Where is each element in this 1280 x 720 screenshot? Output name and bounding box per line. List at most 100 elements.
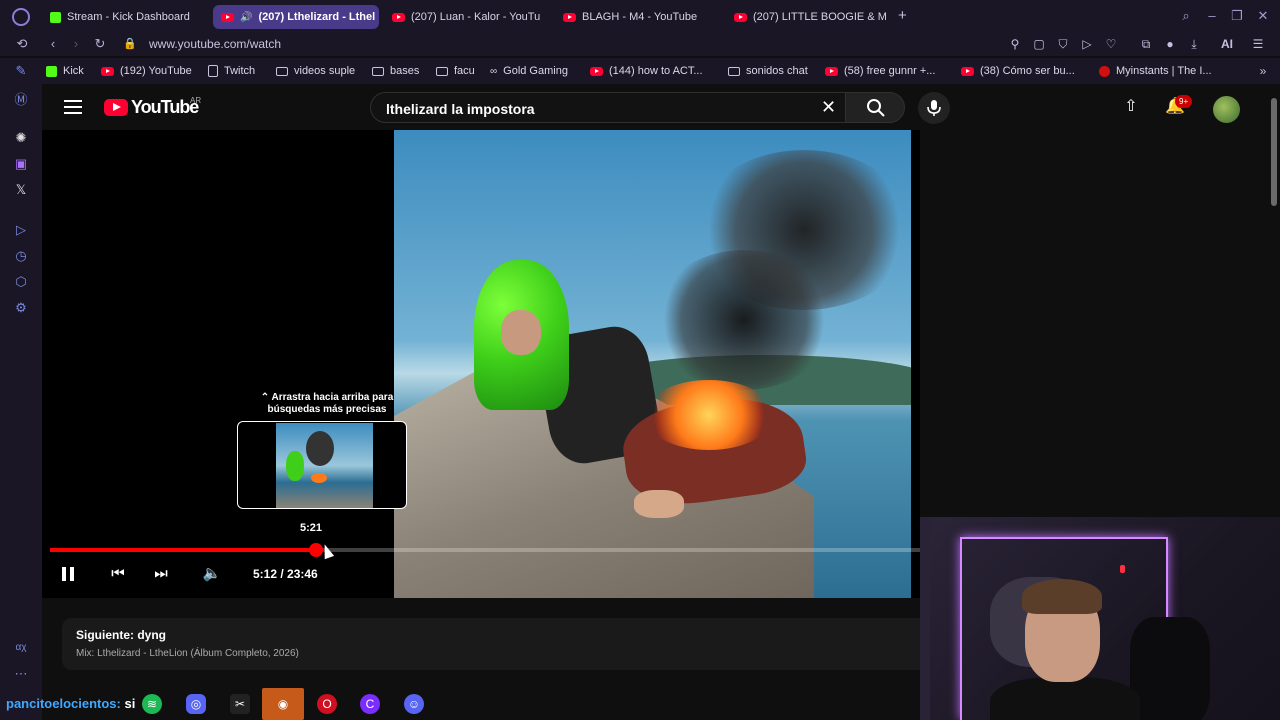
extensions-sidebar-icon[interactable]: ⬡ xyxy=(13,274,29,290)
lock-icon[interactable]: 🔒 xyxy=(122,34,138,54)
more-bookmarks-icon[interactable]: » xyxy=(1256,64,1270,78)
extensions-icon[interactable]: ⧉ xyxy=(1139,37,1153,51)
webcam-wall xyxy=(920,517,930,720)
tab-kick-dashboard[interactable]: Stream - Kick Dashboard xyxy=(42,5,207,29)
chat-message: pancitoelocientos: si xyxy=(6,696,136,711)
bookmark-youtube[interactable]: (192) YouTube xyxy=(101,63,192,79)
bookmark-kick[interactable]: Kick xyxy=(46,63,84,79)
country-code: AR xyxy=(190,96,202,105)
bookmark-label: Myinstants | The I... xyxy=(1116,65,1212,77)
up-next-panel[interactable]: Siguiente: dyng Mix: Lthelizard - LtheLi… xyxy=(62,618,920,670)
bookmark-myinstants[interactable]: Myinstants | The I... xyxy=(1099,63,1212,79)
youtube-icon xyxy=(101,66,114,76)
clear-search-icon[interactable]: ✕ xyxy=(821,97,836,118)
notification-badge: 9+ xyxy=(1175,95,1193,108)
refresh-icon[interactable]: ↻ xyxy=(92,34,108,54)
folder-icon xyxy=(276,66,288,76)
bookmark-bases[interactable]: bases xyxy=(372,63,419,79)
video-foot xyxy=(634,490,684,518)
tab-blagh-m4[interactable]: BLAGH - M4 - YouTube xyxy=(555,5,715,29)
video-fire xyxy=(644,380,774,450)
more-icon[interactable]: ⋯ xyxy=(13,666,29,682)
bookmark-free-gunnr[interactable]: (58) free gunnr +... xyxy=(825,63,935,79)
shield-icon[interactable]: ⛉ xyxy=(1056,37,1070,51)
url-field[interactable]: www.youtube.com/watch xyxy=(149,37,281,51)
preview-image xyxy=(276,423,373,508)
voice-search-button[interactable] xyxy=(918,92,950,124)
avatar[interactable] xyxy=(1213,96,1240,123)
youtube-icon xyxy=(563,12,576,22)
tab-little-boogie[interactable]: (207) LITTLE BOOGIE & M xyxy=(726,5,888,29)
kick-icon xyxy=(50,11,61,23)
progress-played xyxy=(50,548,316,552)
bookmark-como-ser[interactable]: (38) Cómo ser bu... xyxy=(961,63,1075,79)
canva-icon[interactable]: C xyxy=(360,694,380,714)
previous-icon[interactable]: ⏮ xyxy=(108,564,128,584)
bookmarks-bar: ✎ Kick (192) YouTube Twitch videos suple… xyxy=(0,58,1280,84)
search-tabs-icon[interactable]: ⌕ xyxy=(1179,9,1193,23)
ai-button[interactable]: AI xyxy=(1213,37,1241,51)
webcam-person-hair xyxy=(1022,579,1102,614)
heart-icon[interactable]: ♡ xyxy=(1104,37,1118,51)
scrollbar-thumb[interactable] xyxy=(1271,98,1277,206)
ai-sidebar-icon[interactable]: αχ xyxy=(13,640,29,656)
profile-icon[interactable]: ● xyxy=(1163,37,1177,51)
folder-icon xyxy=(436,66,448,76)
settings-icon[interactable]: ⚙ xyxy=(13,300,29,316)
x-icon[interactable]: 𝕏 xyxy=(13,182,29,198)
bookmark-facu[interactable]: facu xyxy=(436,63,475,79)
youtube-logo-text[interactable]: YouTube xyxy=(131,97,199,118)
speaker-icon[interactable]: 🔊 xyxy=(240,12,252,23)
bookmark-how-to-act[interactable]: (144) how to ACT... xyxy=(590,63,703,79)
twitch-icon[interactable]: ▣ xyxy=(13,156,29,172)
messenger-icon[interactable]: Ⓜ xyxy=(13,92,29,108)
opera-gx-icon[interactable]: O xyxy=(317,694,337,714)
mouse-cursor-icon xyxy=(319,542,335,560)
history-icon[interactable]: ◷ xyxy=(13,248,29,264)
minimize-icon[interactable]: – xyxy=(1205,9,1219,23)
close-icon[interactable]: ✕ xyxy=(1256,9,1270,23)
search-icon xyxy=(867,99,885,117)
next-icon[interactable]: ⏭ xyxy=(151,564,171,584)
maximize-icon[interactable]: ❐ xyxy=(1230,9,1244,23)
opera-logo-icon[interactable] xyxy=(12,8,30,26)
reload-icon[interactable]: ⟲ xyxy=(14,34,30,54)
spotify-icon[interactable]: ≋ xyxy=(142,694,162,714)
capcut-icon[interactable]: ✂ xyxy=(230,694,250,714)
volume-icon[interactable]: 🔈 xyxy=(202,564,222,584)
youtube-logo-icon[interactable] xyxy=(104,99,128,116)
new-tab-button[interactable]: + xyxy=(898,8,912,23)
chatgpt-icon[interactable]: ✺ xyxy=(13,130,29,146)
video-frame[interactable] xyxy=(394,130,911,598)
forward-icon[interactable]: › xyxy=(68,34,84,54)
pause-icon[interactable] xyxy=(62,567,74,581)
youtube-icon xyxy=(961,66,974,76)
video-smoke xyxy=(654,250,834,390)
menu-icon[interactable]: ☰ xyxy=(1251,37,1265,51)
bookmark-gold-gaming[interactable]: ∞ Gold Gaming xyxy=(490,63,568,79)
back-icon[interactable]: ‹ xyxy=(45,34,61,54)
youtube-header: YouTube AR lthelizard la impostora ✕ ⇧ 🔔… xyxy=(42,84,1268,130)
play-icon[interactable]: ▷ xyxy=(1080,37,1094,51)
upload-icon[interactable]: ⇧ xyxy=(1121,97,1141,117)
folder-icon xyxy=(728,66,740,76)
pencil-icon[interactable]: ✎ xyxy=(13,63,29,79)
app-icon[interactable]: ◎ xyxy=(186,694,206,714)
search-input[interactable]: lthelizard la impostora ✕ xyxy=(370,92,845,123)
search-button[interactable] xyxy=(845,92,905,123)
bookmark-videos-suple[interactable]: videos suple xyxy=(276,63,355,79)
bookmark-sonidos-chat[interactable]: sonidos chat xyxy=(728,63,808,79)
pin-icon[interactable]: ⚲ xyxy=(1008,37,1022,51)
discord-icon[interactable]: ☺ xyxy=(404,694,424,714)
obs-icon[interactable]: ◉ xyxy=(262,688,304,720)
tab-luan-kalor[interactable]: (207) Luan - Kalor - YouTu xyxy=(384,5,544,29)
video-player[interactable]: ⌃ Arrastra hacia arriba para búsquedas m… xyxy=(42,130,920,598)
download-icon[interactable]: ⤓ xyxy=(1187,37,1201,51)
snapshot-icon[interactable]: ▢ xyxy=(1032,37,1046,51)
tab-lthelizard[interactable]: 🔊 (207) Lthelizard - Lthel xyxy=(213,5,379,29)
microphone-icon xyxy=(927,100,941,116)
search-query: lthelizard la impostora xyxy=(386,101,535,117)
bookmark-twitch[interactable]: Twitch xyxy=(208,63,255,79)
player-icon[interactable]: ▷ xyxy=(13,222,29,238)
menu-icon[interactable] xyxy=(64,100,82,114)
